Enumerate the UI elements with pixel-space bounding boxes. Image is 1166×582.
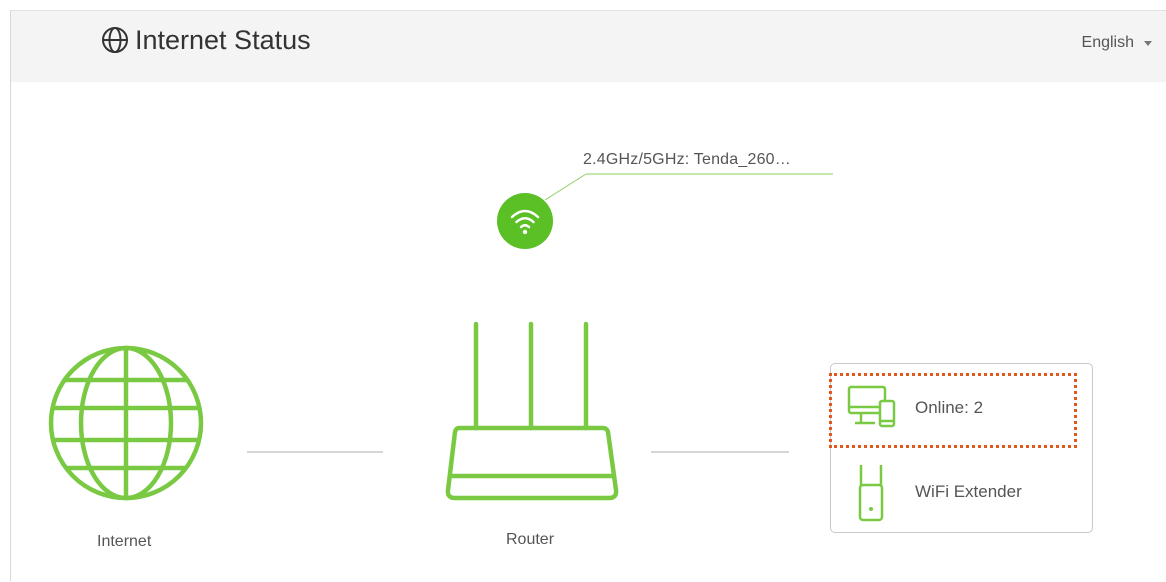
wifi-icon[interactable]	[496, 192, 554, 250]
wifi-ssid-label: 2.4GHz/5GHz: Tenda_260…	[583, 151, 791, 168]
router-icon[interactable]	[441, 318, 623, 504]
online-highlight-box	[829, 373, 1077, 448]
internet-globe-icon[interactable]	[47, 344, 205, 502]
wifi-extender-label[interactable]: WiFi Extender	[915, 482, 1022, 502]
page-frame: Internet Status English 2.4GHz/5GHz: Ten…	[10, 10, 1166, 581]
wifi-extender-icon[interactable]	[856, 463, 886, 523]
router-label: Router	[506, 531, 555, 548]
internet-label: Internet	[97, 533, 152, 550]
